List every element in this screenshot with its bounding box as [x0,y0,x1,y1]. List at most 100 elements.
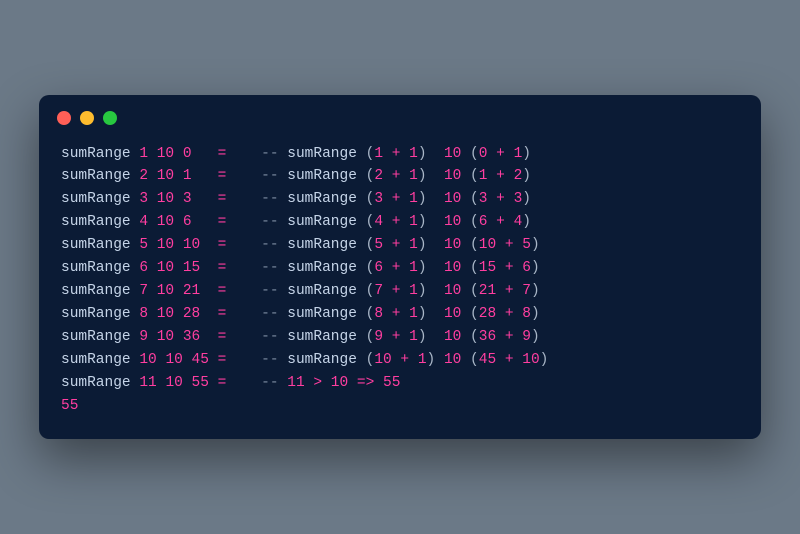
op-plus: + [392,283,401,299]
fn-name: sumRange [61,214,131,230]
op-eq: = [218,306,227,322]
minimize-icon[interactable] [80,111,94,125]
op-plus: + [392,237,401,253]
op-eq: = [218,168,227,184]
rparen: ) [418,283,427,299]
op-plus: + [505,237,514,253]
cx: 10 [374,352,391,368]
arg-c: 10 [183,237,200,253]
fn-name: sumRange [287,237,357,253]
code-line: sumRange 8 10 28 = -- sumRange (8 + 1) 1… [61,303,739,326]
result-line: 55 [61,395,739,418]
cx: 7 [374,283,383,299]
arg-a: 11 [139,375,156,391]
lparen: ( [470,352,479,368]
lparen: ( [366,329,375,345]
comment-dash: -- [261,191,278,207]
arg-b: 10 [157,191,174,207]
comment-dash: -- [261,375,278,391]
fn-name: sumRange [287,168,357,184]
arg-a: 10 [139,352,156,368]
arg-b: 10 [157,329,174,345]
cz: 4 [514,214,523,230]
cy: 3 [479,191,488,207]
cy: 45 [479,352,496,368]
comment-dash: -- [261,260,278,276]
rparen: ) [418,168,427,184]
rparen: ) [531,283,540,299]
op-plus: + [400,352,409,368]
op-plus: + [505,352,514,368]
comment-dash: -- [261,168,278,184]
cy: 21 [479,283,496,299]
fn-name: sumRange [287,191,357,207]
op-plus: + [505,329,514,345]
op-eq: = [218,260,227,276]
fn-name: sumRange [287,260,357,276]
rparen: ) [418,260,427,276]
code-window: sumRange 1 10 0 = -- sumRange (1 + 1) 10… [39,95,761,440]
comment-dash: -- [261,283,278,299]
close-icon[interactable] [57,111,71,125]
op-eq: = [218,283,227,299]
ten: 10 [444,260,461,276]
op-plus: + [392,260,401,276]
lparen: ( [366,283,375,299]
rparen: ) [418,306,427,322]
op-arrow: => [357,375,374,391]
lparen: ( [470,191,479,207]
cmt-a: 11 [287,375,304,391]
op-plus: + [496,168,505,184]
comment-dash: -- [261,329,278,345]
op-plus: + [496,191,505,207]
cy: 0 [479,146,488,162]
one: 1 [409,306,418,322]
fn-name: sumRange [61,260,131,276]
rparen: ) [531,260,540,276]
op-plus: + [392,214,401,230]
fn-name: sumRange [61,146,131,162]
op-eq: = [218,214,227,230]
fn-name: sumRange [61,191,131,207]
rparen: ) [531,306,540,322]
lparen: ( [470,168,479,184]
lparen: ( [470,260,479,276]
rparen: ) [418,146,427,162]
one: 1 [409,260,418,276]
rparen: ) [418,329,427,345]
arg-b: 10 [165,375,182,391]
lparen: ( [366,146,375,162]
cy: 28 [479,306,496,322]
ten: 10 [444,352,461,368]
code-line: sumRange 3 10 3 = -- sumRange (3 + 1) 10… [61,188,739,211]
cx: 6 [374,260,383,276]
lparen: ( [366,191,375,207]
lparen: ( [470,306,479,322]
arg-b: 10 [165,352,182,368]
ten: 10 [444,237,461,253]
cx: 3 [374,191,383,207]
fn-name: sumRange [61,329,131,345]
rparen: ) [418,191,427,207]
arg-c: 36 [183,329,200,345]
one: 1 [418,352,427,368]
one: 1 [409,237,418,253]
arg-b: 10 [157,237,174,253]
arg-a: 8 [139,306,148,322]
arg-a: 9 [139,329,148,345]
rparen: ) [531,237,540,253]
arg-b: 10 [157,146,174,162]
fn-name: sumRange [61,283,131,299]
one: 1 [409,214,418,230]
arg-c: 0 [183,146,192,162]
ten: 10 [444,168,461,184]
code-line: sumRange 5 10 10 = -- sumRange (5 + 1) 1… [61,234,739,257]
comment-dash: -- [261,214,278,230]
lparen: ( [366,214,375,230]
maximize-icon[interactable] [103,111,117,125]
code-line: sumRange 6 10 15 = -- sumRange (6 + 1) 1… [61,257,739,280]
fn-name: sumRange [61,352,131,368]
arg-c: 28 [183,306,200,322]
op-plus: + [392,146,401,162]
one: 1 [409,191,418,207]
